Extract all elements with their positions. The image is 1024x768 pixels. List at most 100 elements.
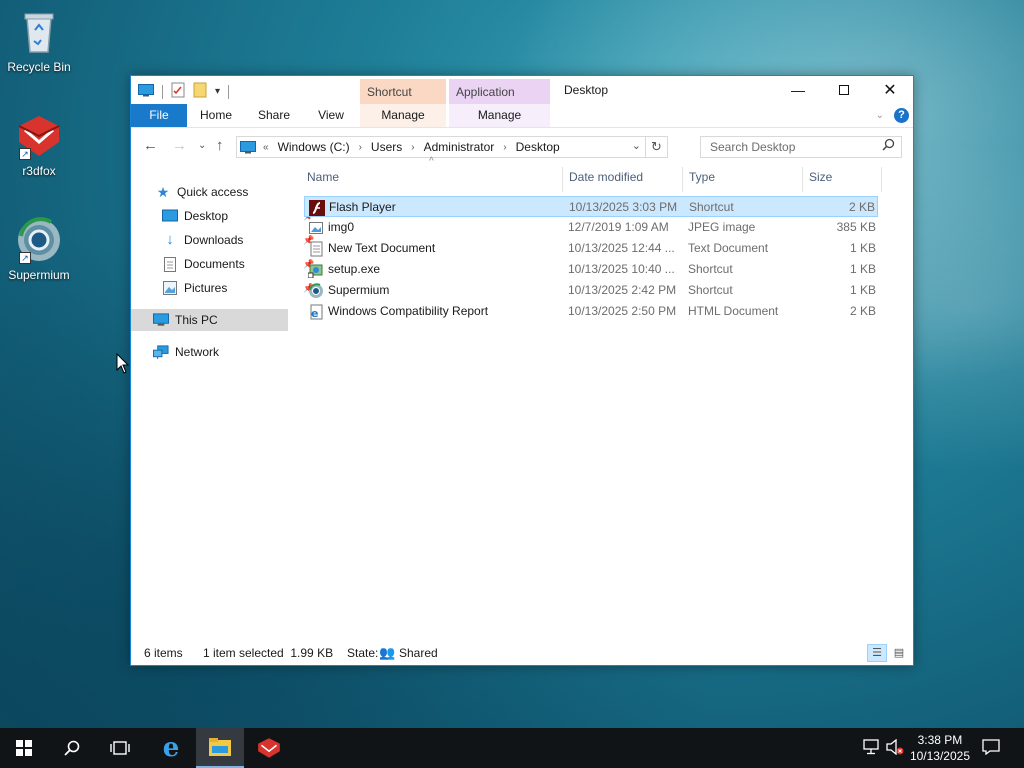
search-input[interactable]: Search Desktop: [700, 136, 902, 158]
maximize-button[interactable]: [821, 76, 867, 104]
breadcrumb-windows-c[interactable]: Windows (C:): [272, 140, 356, 154]
status-bar: 6 items 1 item selected 1.99 KB State: 👥…: [131, 641, 913, 665]
column-divider[interactable]: [881, 167, 882, 192]
action-center-icon[interactable]: [982, 739, 1000, 758]
task-view-button[interactable]: [96, 728, 144, 768]
taskbar-file-explorer[interactable]: [196, 728, 244, 768]
clock-date: 10/13/2025: [909, 749, 970, 763]
nav-item-downloads[interactable]: ↓ Downloads 📌: [162, 229, 314, 251]
file-size: 385 KB: [836, 220, 876, 234]
supermium-icon: ↗: [15, 216, 63, 264]
tab-view[interactable]: View: [306, 104, 356, 127]
minimize-button[interactable]: —: [775, 76, 821, 104]
maximize-icon: [839, 85, 849, 95]
up-arrow-icon[interactable]: ↑: [216, 137, 224, 154]
status-state-label: State:: [347, 646, 379, 660]
breadcrumb-administrator[interactable]: Administrator: [418, 140, 501, 154]
help-icon[interactable]: ?: [894, 108, 909, 123]
tab-manage-application[interactable]: Manage: [449, 104, 550, 127]
address-dropdown-chevron-icon[interactable]: ⌄: [632, 139, 641, 152]
column-header-name[interactable]: Name: [307, 162, 339, 192]
file-explorer-icon: [209, 738, 231, 756]
title-bar[interactable]: ▾ Shortcut Tools Application Tools Deskt…: [131, 76, 913, 125]
ribbon-tabs: File Home Share View Manage Manage ⌄ ?: [131, 104, 913, 128]
desktop-icon-label: Supermium: [8, 268, 70, 282]
search-button[interactable]: [48, 728, 96, 768]
desktop-icon-supermium[interactable]: ↗ Supermium: [1, 216, 77, 282]
file-type: Text Document: [688, 241, 769, 255]
file-row-supermium[interactable]: Supermium 10/13/2025 2:42 PM Shortcut 1 …: [304, 280, 878, 301]
navigation-pane: ★ Quick access Desktop 📌 ↓ Downloads 📌 D…: [131, 162, 314, 637]
taskbar-r3dfox[interactable]: [245, 728, 293, 768]
tab-manage-shortcut[interactable]: Manage: [360, 104, 446, 127]
expand-ribbon-chevron-icon[interactable]: ⌄: [876, 110, 884, 121]
file-row-windows-compatibility-report[interactable]: e Windows Compatibility Report 10/13/202…: [304, 301, 878, 322]
file-type: HTML Document: [688, 304, 779, 318]
file-row-new-text-document[interactable]: New Text Document 10/13/2025 12:44 ... T…: [304, 238, 878, 259]
file-size: 2 KB: [849, 304, 876, 318]
close-button[interactable]: ✕: [867, 76, 913, 104]
file-date: 12/7/2019 1:09 AM: [568, 220, 669, 234]
nav-label: Desktop: [184, 209, 229, 223]
breadcrumb-users[interactable]: Users: [365, 140, 408, 154]
taskbar: e 3:38 PM 10/13/2025: [0, 728, 1024, 768]
star-icon: ★: [156, 184, 170, 200]
file-name: Supermium: [328, 283, 390, 297]
file-type: Shortcut: [688, 283, 733, 297]
shortcut-arrow-icon: ↗: [19, 252, 31, 264]
nav-item-desktop[interactable]: Desktop 📌: [162, 205, 314, 227]
column-divider[interactable]: [682, 167, 683, 192]
tab-share[interactable]: Share: [249, 104, 299, 127]
column-header-type[interactable]: Type: [689, 162, 715, 192]
nav-item-pictures[interactable]: Pictures 📌: [162, 277, 314, 299]
column-divider[interactable]: [562, 167, 563, 192]
tab-file[interactable]: File: [131, 104, 187, 127]
column-divider[interactable]: [802, 167, 803, 192]
start-button[interactable]: [0, 728, 48, 768]
column-header-size[interactable]: Size: [809, 162, 832, 192]
forward-arrow-icon[interactable]: →: [172, 137, 187, 154]
breadcrumb-separator-icon[interactable]: ›: [500, 142, 509, 153]
navigation-bar: ← → ⌄ ↑ « Windows (C:) › Users › Adminis…: [131, 128, 913, 162]
breadcrumb-separator-icon[interactable]: ›: [356, 142, 365, 153]
network-tray-icon[interactable]: [862, 739, 880, 758]
breadcrumb-overflow[interactable]: «: [260, 142, 272, 153]
nav-network[interactable]: Network: [153, 341, 219, 363]
file-name: Windows Compatibility Report: [328, 304, 489, 318]
nav-label: Downloads: [184, 233, 244, 247]
back-arrow-icon[interactable]: ←: [143, 137, 158, 154]
downloads-icon: ↓: [166, 231, 174, 248]
nav-quick-access[interactable]: ★ Quick access: [155, 181, 249, 203]
new-folder-icon[interactable]: [193, 82, 207, 101]
status-selection: 1 item selected 1.99 KB: [203, 646, 334, 660]
desktop-icon-r3dfox[interactable]: ↗ r3dfox: [1, 112, 77, 178]
properties-icon[interactable]: [171, 82, 185, 101]
file-row-flash-player[interactable]: Flash Player 10/13/2025 3:03 PM Shortcut…: [304, 196, 878, 217]
taskbar-internet-explorer[interactable]: e: [147, 728, 195, 768]
details-view-button[interactable]: ☰: [867, 644, 887, 662]
tab-home[interactable]: Home: [191, 104, 241, 127]
search-icon[interactable]: [882, 137, 895, 157]
breadcrumb-desktop[interactable]: Desktop: [510, 140, 566, 154]
file-size: 1 KB: [849, 241, 876, 255]
refresh-icon[interactable]: ↻: [645, 137, 667, 157]
large-icons-view-button[interactable]: ▤: [889, 644, 909, 662]
customize-toolbar-chevron-icon[interactable]: ▾: [215, 86, 220, 97]
file-row-img0[interactable]: img0 12/7/2019 1:09 AM JPEG image 385 KB: [304, 217, 878, 238]
file-type: Shortcut: [689, 200, 734, 214]
file-size: 2 KB: [848, 200, 875, 214]
network-icon: [153, 344, 169, 360]
nav-this-pc[interactable]: This PC: [131, 309, 288, 331]
taskbar-clock[interactable]: 3:38 PM 10/13/2025: [910, 732, 970, 764]
desktop-icon-recycle-bin[interactable]: Recycle Bin: [1, 8, 77, 74]
status-state-value: Shared: [399, 646, 438, 660]
breadcrumb-separator-icon[interactable]: ›: [408, 142, 417, 153]
toolbar-separator: [228, 84, 230, 99]
volume-muted-icon[interactable]: [886, 738, 904, 758]
address-bar[interactable]: « Windows (C:) › Users › Administrator ›…: [236, 136, 668, 158]
recent-locations-chevron-icon[interactable]: ⌄: [198, 140, 206, 151]
nav-item-documents[interactable]: Documents 📌: [162, 253, 314, 275]
column-header-date-modified[interactable]: Date modified: [569, 162, 643, 192]
desktop-icon-label: Recycle Bin: [7, 60, 71, 74]
file-row-setup-exe[interactable]: setup.exe 10/13/2025 10:40 ... Shortcut …: [304, 259, 878, 280]
